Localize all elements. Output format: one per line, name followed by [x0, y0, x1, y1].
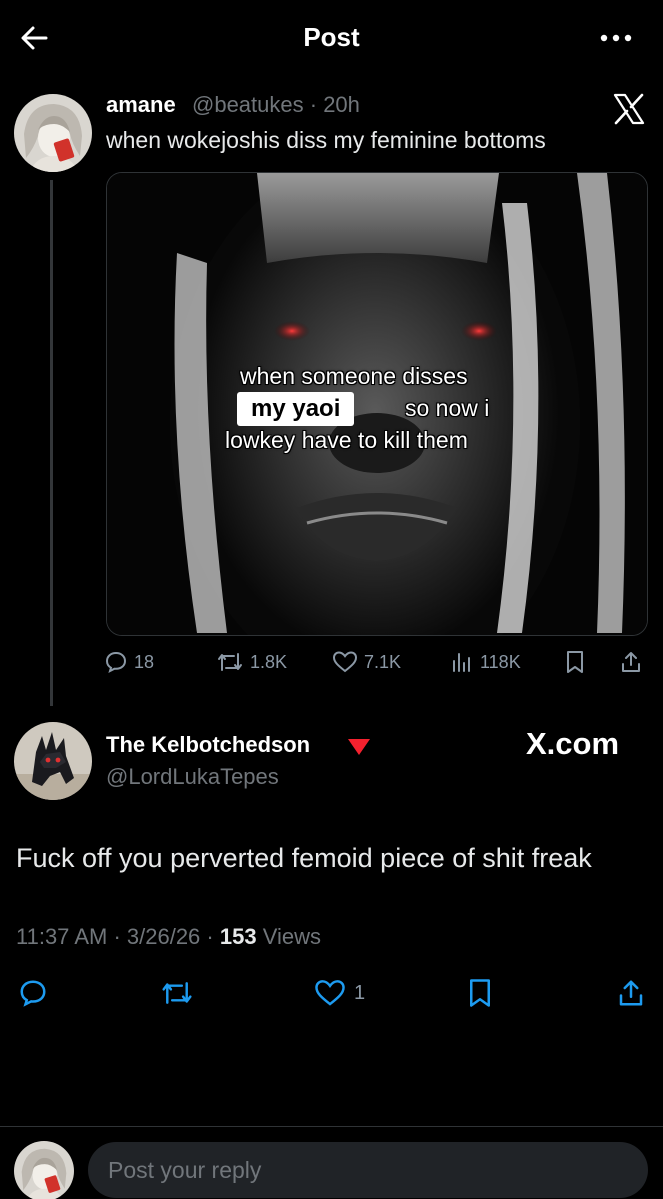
- views-count: 118K: [480, 651, 521, 672]
- author-handle[interactable]: @beatukes: [192, 92, 304, 117]
- repost-button[interactable]: [160, 978, 194, 1008]
- author-handle[interactable]: @LordLukaTepes: [106, 764, 279, 790]
- author-name[interactable]: The Kelbotchedson: [106, 732, 310, 758]
- reply-icon: [20, 980, 46, 1007]
- like-count: 1: [354, 981, 366, 1004]
- author-name[interactable]: amane: [106, 92, 176, 118]
- bookmark-button[interactable]: [466, 978, 494, 1008]
- thread-line: [50, 180, 53, 706]
- share-icon: [619, 980, 643, 1006]
- share-button[interactable]: [619, 650, 643, 674]
- share-icon: [622, 652, 640, 672]
- repost-count: 1.8K: [250, 651, 288, 672]
- views-button[interactable]: 118K: [450, 650, 521, 674]
- post-text: when wokejoshis diss my feminine bottoms: [106, 127, 546, 153]
- post-time: 20h: [323, 92, 360, 117]
- like-icon: [315, 980, 345, 1006]
- reply-button[interactable]: [18, 978, 48, 1008]
- more-button[interactable]: [596, 30, 636, 46]
- caption-highlight: my yaoi: [237, 392, 355, 426]
- repost-icon: [162, 982, 192, 1004]
- avatar-image: [14, 1141, 74, 1199]
- separator-dot: ·: [200, 924, 220, 949]
- x-logo-icon: [612, 92, 646, 126]
- caption-line-3: lowkey have to kill them: [225, 427, 468, 453]
- bookmark-button[interactable]: [564, 650, 586, 674]
- bookmark-icon: [567, 651, 583, 673]
- caption-line-1: when someone disses: [240, 363, 468, 389]
- views-label: Views: [262, 924, 321, 949]
- post-time: 11:37 AM: [16, 924, 108, 949]
- author-handle-time: @beatukes · 20h: [192, 92, 360, 118]
- separator-dot: ·: [303, 92, 324, 117]
- reply-icon: [105, 651, 127, 673]
- repost-button[interactable]: 1.8K: [216, 650, 287, 674]
- share-button[interactable]: [616, 978, 646, 1008]
- separator-dot: ·: [107, 924, 127, 949]
- xcom-watermark: X.com: [526, 726, 636, 766]
- post-image[interactable]: when someone disses my yaoi so now i low…: [106, 172, 648, 636]
- red-triangle-icon: [346, 737, 372, 757]
- views-icon: [453, 653, 470, 672]
- reply-input[interactable]: Post your reply: [88, 1142, 648, 1198]
- avatar[interactable]: [14, 94, 92, 172]
- post-text: Fuck off you perverted femoid piece of s…: [16, 843, 592, 873]
- avatar-image: [14, 722, 92, 800]
- like-button[interactable]: 7.1K: [332, 650, 401, 674]
- avatar[interactable]: [14, 722, 92, 800]
- reply-placeholder: Post your reply: [108, 1156, 262, 1183]
- avatar-image: [14, 94, 92, 172]
- divider: [0, 1126, 663, 1127]
- bookmark-icon: [470, 979, 490, 1007]
- like-icon: [332, 651, 358, 673]
- views-count: 153: [219, 924, 257, 949]
- post-meta: 11:37 AM · 3/26/26 · 153 Views: [16, 924, 321, 950]
- like-button[interactable]: 1: [314, 978, 365, 1008]
- avatar[interactable]: [14, 1141, 74, 1199]
- repost-icon: [218, 653, 242, 671]
- like-count: 7.1K: [364, 651, 402, 672]
- page-title: Post: [303, 22, 360, 52]
- more-icon: [600, 34, 632, 42]
- meme-image: [107, 173, 647, 635]
- xcom-text: X.com: [526, 726, 620, 761]
- caption-line-2: so now i: [405, 395, 490, 421]
- post-date: 3/26/26: [126, 924, 201, 949]
- reply-button[interactable]: 18: [104, 650, 154, 674]
- reply-count: 18: [134, 651, 155, 672]
